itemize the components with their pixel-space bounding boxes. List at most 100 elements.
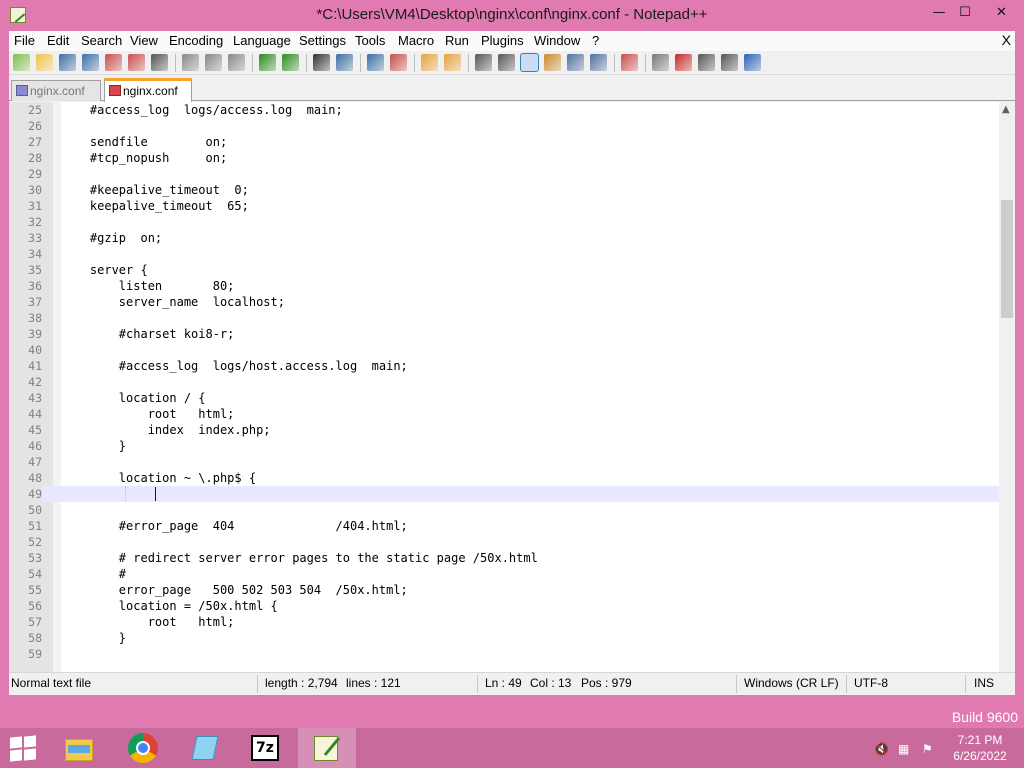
line-text[interactable] [61,486,148,502]
word-wrap-icon[interactable] [475,54,492,71]
code-line[interactable]: 53 # redirect server error pages to the … [9,550,999,566]
line-text[interactable]: #access_log logs/host.access.log main; [61,358,408,374]
code-line[interactable]: 54 # [9,566,999,582]
scroll-up-icon[interactable]: ▲ [1002,104,1010,115]
start-button[interactable] [10,735,38,762]
paste-icon[interactable] [228,54,245,71]
code-line[interactable]: 27 sendfile on; [9,134,999,150]
code-line[interactable]: 43 location / { [9,390,999,406]
folder-as-workspace-icon[interactable] [621,54,638,71]
editor-area[interactable]: 25 #access_log logs/access.log main; 26 27… [9,102,1015,694]
title-bar[interactable]: *C:\Users\VM4\Desktop\nginx\conf\nginx.c… [0,0,1024,31]
menu-language[interactable]: Language [233,33,291,48]
code-line[interactable]: 55 error_page 500 502 503 504 /50x.html; [9,582,999,598]
notepad-icon[interactable] [176,728,234,768]
code-line[interactable]: 28 #tcp_nopush on; [9,150,999,166]
file-explorer-icon[interactable] [50,728,108,768]
open-file-icon[interactable] [36,54,53,71]
code-line[interactable]: 25 #access_log logs/access.log main; [9,102,999,118]
menu-settings[interactable]: Settings [299,33,346,48]
line-text[interactable]: listen 80; [61,278,235,294]
code-line[interactable]: 45 index index.php; [9,422,999,438]
code-line[interactable]: 30 #keepalive_timeout 0; [9,182,999,198]
save-icon[interactable] [59,54,76,71]
action-center-icon[interactable]: ⚑ [922,742,933,756]
line-text[interactable]: location = /50x.html { [61,598,278,614]
line-text[interactable]: # redirect server error pages to the sta… [61,550,538,566]
code-line[interactable]: 46 } [9,438,999,454]
indent-guide-icon[interactable] [520,53,539,72]
sync-vertical-icon[interactable] [421,54,438,71]
show-all-chars-icon[interactable] [498,54,515,71]
redo-icon[interactable] [282,54,299,71]
copy-icon[interactable] [205,54,222,71]
replace-icon[interactable] [336,54,353,71]
line-text[interactable]: #gzip on; [61,230,162,246]
code-line[interactable]: 41 #access_log logs/host.access.log main… [9,358,999,374]
notepad-plus-plus-taskbar-icon[interactable] [298,728,356,768]
play-macro-icon[interactable] [721,54,738,71]
zoom-out-icon[interactable] [390,54,407,71]
line-text[interactable]: location / { [61,390,206,406]
line-text[interactable]: } [61,630,126,646]
code-line[interactable]: 39 #charset koi8-r; [9,326,999,342]
code-line[interactable]: 58 } [9,630,999,646]
code-line[interactable]: 47 [9,454,999,470]
code-line[interactable]: 29 [9,166,999,182]
code-line[interactable]: 32 [9,214,999,230]
close-window-button[interactable]: ✕ [979,2,1024,24]
line-text[interactable]: error_page 500 502 503 504 /50x.html; [61,582,408,598]
close-all-icon[interactable] [128,54,145,71]
line-text[interactable]: #access_log logs/access.log main; [61,102,343,118]
code-line[interactable]: 34 [9,246,999,262]
code-line[interactable]: 48 location ~ \.php$ { [9,470,999,486]
zoom-in-icon[interactable] [367,54,384,71]
line-text[interactable]: #tcp_nopush on; [61,150,227,166]
menu-encoding[interactable]: Encoding [169,33,223,48]
line-text[interactable]: #error_page 404 /404.html; [61,518,408,534]
line-text[interactable]: # [61,566,126,582]
print-icon[interactable] [151,54,168,71]
line-text[interactable]: index index.php; [61,422,271,438]
line-text[interactable]: server_name localhost; [61,294,285,310]
code-line[interactable]: 50 [9,502,999,518]
code-line[interactable]: 49 [9,486,999,502]
close-icon[interactable] [105,54,122,71]
chrome-icon[interactable] [114,728,172,768]
menu-macro[interactable]: Macro [398,33,434,48]
code-line[interactable]: 40 [9,342,999,358]
code-line[interactable]: 38 [9,310,999,326]
vertical-scrollbar[interactable]: ▲ ▼ [999,102,1015,694]
code-line[interactable]: 56 location = /50x.html { [9,598,999,614]
line-text[interactable]: sendfile on; [61,134,227,150]
cut-icon[interactable] [182,54,199,71]
code-line[interactable]: 52 [9,534,999,550]
network-icon[interactable]: ▦ [898,742,909,756]
tab-nginx-conf-1[interactable]: nginx.conf✕ [11,80,101,113]
new-file-icon[interactable] [13,54,30,71]
find-icon[interactable] [313,54,330,71]
volume-muted-icon[interactable]: 🔇 [874,742,889,756]
menu-search[interactable]: Search [81,33,122,48]
undo-icon[interactable] [259,54,276,71]
code-line[interactable]: 42 [9,374,999,390]
code-line[interactable]: 26 [9,118,999,134]
code-line[interactable]: 59 [9,646,999,662]
tab-nginx-conf-2[interactable]: nginx.conf✕ [104,78,192,113]
function-list-icon[interactable] [590,54,607,71]
code-line[interactable]: 36 listen 80; [9,278,999,294]
line-text[interactable]: keepalive_timeout 65; [61,198,249,214]
menu-file[interactable]: File [14,33,35,48]
menu-edit[interactable]: Edit [47,33,69,48]
line-text[interactable]: server { [61,262,148,278]
clock[interactable]: 7:21 PM 6/26/2022 [944,732,1016,764]
monitoring-icon[interactable] [652,54,669,71]
line-text[interactable]: } [61,438,126,454]
code-line[interactable]: 35 server { [9,262,999,278]
line-text[interactable]: #keepalive_timeout 0; [61,182,249,198]
menu-tools[interactable]: Tools [355,33,385,48]
code-lines[interactable]: 25 #access_log logs/access.log main; 26 27… [9,102,999,662]
7zip-icon[interactable]: 7z [236,728,294,768]
line-text[interactable]: root html; [61,406,235,422]
sync-horizontal-icon[interactable] [444,54,461,71]
